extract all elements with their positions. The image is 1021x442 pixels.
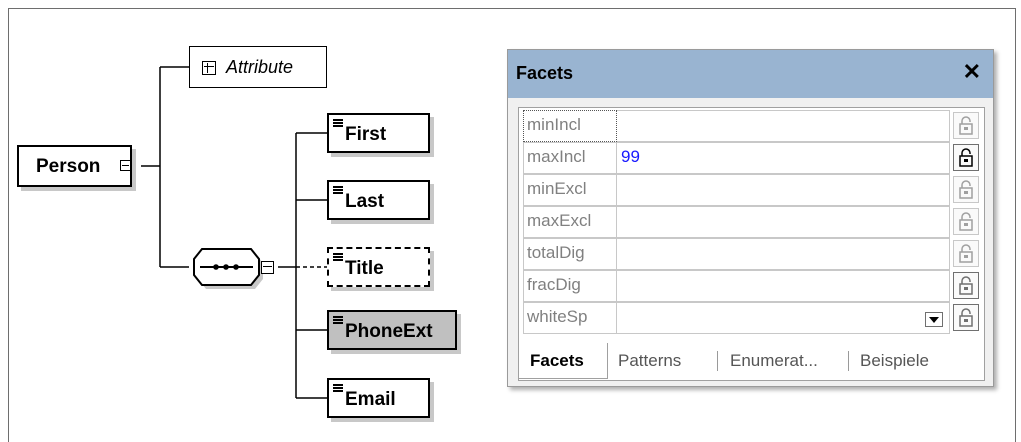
chevron-down-icon[interactable] bbox=[925, 312, 943, 327]
tab-divider bbox=[717, 351, 718, 371]
sequence-collapse-icon[interactable] bbox=[261, 261, 274, 274]
padlock-icon[interactable] bbox=[953, 176, 979, 203]
facet-value-field[interactable] bbox=[617, 302, 950, 334]
tab-facets[interactable]: Facets bbox=[518, 343, 608, 379]
attributes-group[interactable]: Attribute bbox=[189, 46, 327, 88]
element-content-icon bbox=[333, 316, 343, 325]
element-last[interactable]: Last bbox=[327, 180, 430, 220]
root-element-label: Person bbox=[36, 156, 101, 177]
element-label: Email bbox=[345, 389, 396, 410]
tab-enumerations[interactable]: Enumerat... bbox=[730, 343, 848, 379]
attributes-label: Attribute bbox=[226, 57, 294, 77]
element-content-icon bbox=[333, 253, 343, 262]
padlock-icon[interactable] bbox=[953, 112, 979, 139]
facet-name: totalDig bbox=[523, 238, 617, 270]
close-icon[interactable]: ✕ bbox=[963, 59, 981, 85]
facet-name: minExcl bbox=[523, 174, 617, 206]
facet-row: minIncl bbox=[523, 110, 982, 142]
padlock-icon[interactable] bbox=[953, 208, 979, 235]
facet-row: whiteSp bbox=[523, 302, 982, 334]
xml-schema-editor: Person Attribute First Last Title PhoneE… bbox=[0, 0, 1021, 442]
element-content-icon bbox=[333, 384, 343, 393]
tab-patterns[interactable]: Patterns bbox=[618, 343, 716, 379]
collapse-minus-icon[interactable] bbox=[120, 160, 131, 171]
facet-name: maxExcl bbox=[523, 206, 617, 238]
tab-beispiele[interactable]: Beispiele bbox=[860, 343, 960, 379]
padlock-icon[interactable] bbox=[953, 304, 979, 331]
facet-row: totalDig bbox=[523, 238, 982, 270]
element-content-icon bbox=[333, 186, 343, 195]
padlock-icon[interactable] bbox=[953, 272, 979, 299]
facet-value-field[interactable] bbox=[617, 206, 950, 238]
facet-name: fracDig bbox=[523, 270, 617, 302]
facets-panel-title: Facets bbox=[516, 63, 574, 83]
facet-value-field[interactable]: 99 bbox=[617, 142, 950, 174]
element-email[interactable]: Email bbox=[327, 378, 430, 418]
facets-grid: minIncl maxIncl 99 minExcl maxExcl total… bbox=[518, 107, 985, 381]
facet-value-field[interactable] bbox=[617, 238, 950, 270]
facet-value-field[interactable] bbox=[617, 174, 950, 206]
facet-name: minIncl bbox=[523, 110, 617, 142]
facet-value-field[interactable] bbox=[617, 110, 950, 142]
sequence-compositor-icon bbox=[193, 248, 263, 289]
element-title-optional[interactable]: Title bbox=[327, 247, 430, 287]
facet-value-field[interactable] bbox=[617, 270, 950, 302]
element-phoneext-selected[interactable]: PhoneExt bbox=[327, 310, 457, 350]
facet-row: fracDig bbox=[523, 270, 982, 302]
padlock-icon[interactable] bbox=[953, 240, 979, 267]
facet-row: maxExcl bbox=[523, 206, 982, 238]
element-content-icon bbox=[333, 119, 343, 128]
element-first[interactable]: First bbox=[327, 113, 430, 153]
facet-row: minExcl bbox=[523, 174, 982, 206]
facets-panel: Facets ✕ minIncl maxIncl 99 minExcl maxE… bbox=[507, 49, 994, 387]
facets-panel-header: Facets ✕ bbox=[508, 50, 993, 98]
element-label: Title bbox=[345, 258, 384, 279]
root-element-person[interactable]: Person bbox=[17, 145, 132, 187]
element-label: PhoneExt bbox=[345, 321, 433, 342]
facet-row: maxIncl 99 bbox=[523, 142, 982, 174]
facet-name: maxIncl bbox=[523, 142, 617, 174]
expand-plus-icon[interactable] bbox=[202, 61, 216, 75]
element-label: First bbox=[345, 124, 387, 145]
facet-name: whiteSp bbox=[523, 302, 617, 334]
tab-divider bbox=[848, 351, 849, 371]
padlock-icon[interactable] bbox=[953, 144, 979, 171]
element-label: Last bbox=[345, 191, 385, 212]
